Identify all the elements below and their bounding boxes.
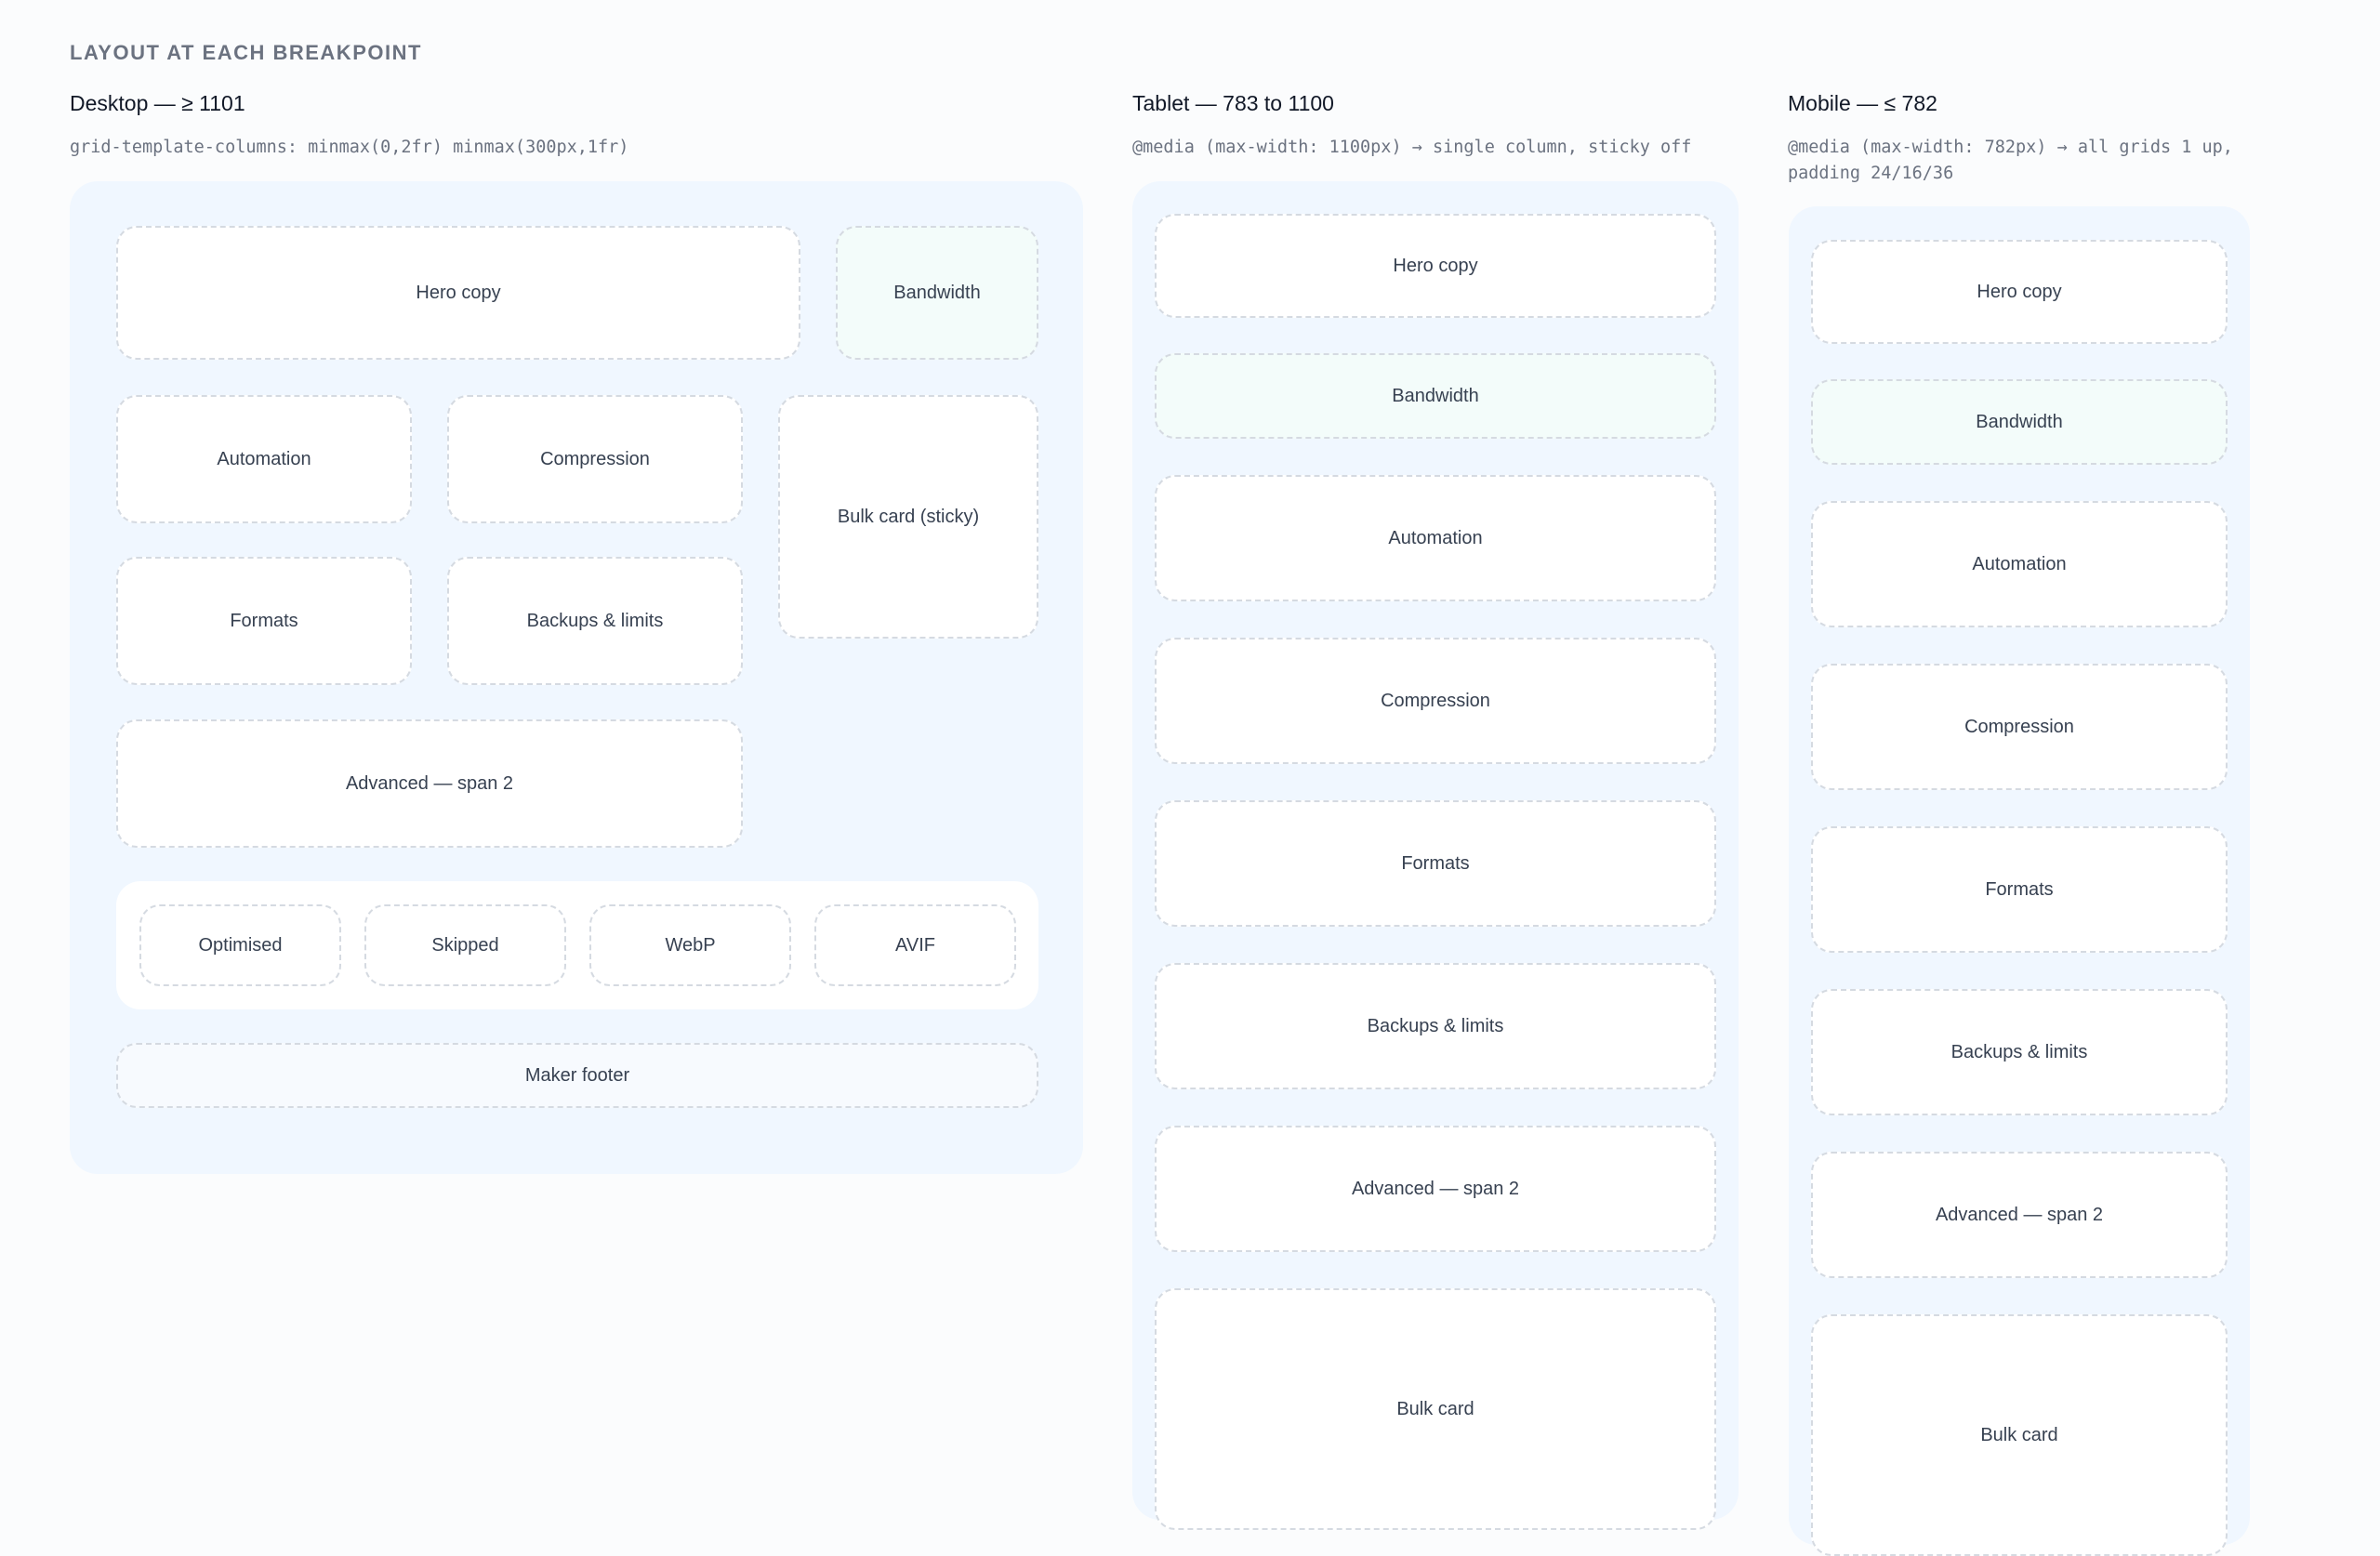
mobile-backups-limits: Backups & limits	[1811, 989, 2228, 1115]
desktop-stat-skipped: Skipped	[364, 904, 566, 986]
tablet-title: Tablet — 783 to 1100	[1132, 91, 1334, 115]
desktop-backups-limits: Backups & limits	[447, 557, 743, 685]
mobile-title: Mobile — ≤ 782	[1788, 91, 1937, 115]
desktop-bandwidth: Bandwidth	[836, 226, 1038, 360]
tablet-advanced: Advanced — span 2	[1155, 1126, 1716, 1252]
desktop-stat-avif: AVIF	[814, 904, 1016, 986]
mobile-bandwidth: Bandwidth	[1811, 379, 2228, 465]
tablet-bulk-card: Bulk card	[1155, 1288, 1716, 1530]
desktop-stats-strip: Optimised Skipped WebP AVIF	[116, 881, 1038, 1009]
desktop-automation: Automation	[116, 395, 412, 523]
desktop-stat-webp: WebP	[589, 904, 791, 986]
tablet-formats: Formats	[1155, 800, 1716, 927]
desktop-title: Desktop — ≥ 1101	[70, 91, 245, 115]
desktop-layout-panel: Hero copy Bandwidth Automation Compressi…	[70, 181, 1083, 1174]
tablet-layout-panel: Hero copy Bandwidth Automation Compressi…	[1132, 181, 1739, 1530]
section-title: LAYOUT AT EACH BREAKPOINT	[70, 41, 422, 64]
mobile-automation: Automation	[1811, 501, 2228, 627]
desktop-compression: Compression	[447, 395, 743, 523]
tablet-compression: Compression	[1155, 638, 1716, 764]
mobile-code: @media (max-width: 782px) → all grids 1 …	[1788, 138, 2233, 183]
mobile-bulk-card: Bulk card	[1811, 1314, 2228, 1556]
desktop-bulk-card: Bulk card (sticky)	[778, 395, 1038, 639]
tablet-code: @media (max-width: 1100px) → single colu…	[1132, 138, 1692, 157]
desktop-stat-optimised: Optimised	[139, 904, 341, 986]
mobile-compression: Compression	[1811, 664, 2228, 790]
mobile-hero-copy: Hero copy	[1811, 240, 2228, 344]
tablet-backups-limits: Backups & limits	[1155, 963, 1716, 1089]
mobile-formats: Formats	[1811, 826, 2228, 953]
desktop-advanced: Advanced — span 2	[116, 719, 743, 848]
desktop-formats: Formats	[116, 557, 412, 685]
tablet-automation: Automation	[1155, 475, 1716, 601]
tablet-bandwidth: Bandwidth	[1155, 353, 1716, 439]
mobile-layout-panel: Hero copy Bandwidth Automation Compressi…	[1789, 206, 2250, 1556]
desktop-hero-copy: Hero copy	[116, 226, 800, 360]
desktop-maker-footer: Maker footer	[116, 1043, 1038, 1108]
tablet-hero-copy: Hero copy	[1155, 214, 1716, 318]
desktop-code: grid-template-columns: minmax(0,2fr) min…	[70, 138, 629, 157]
mobile-advanced: Advanced — span 2	[1811, 1152, 2228, 1278]
